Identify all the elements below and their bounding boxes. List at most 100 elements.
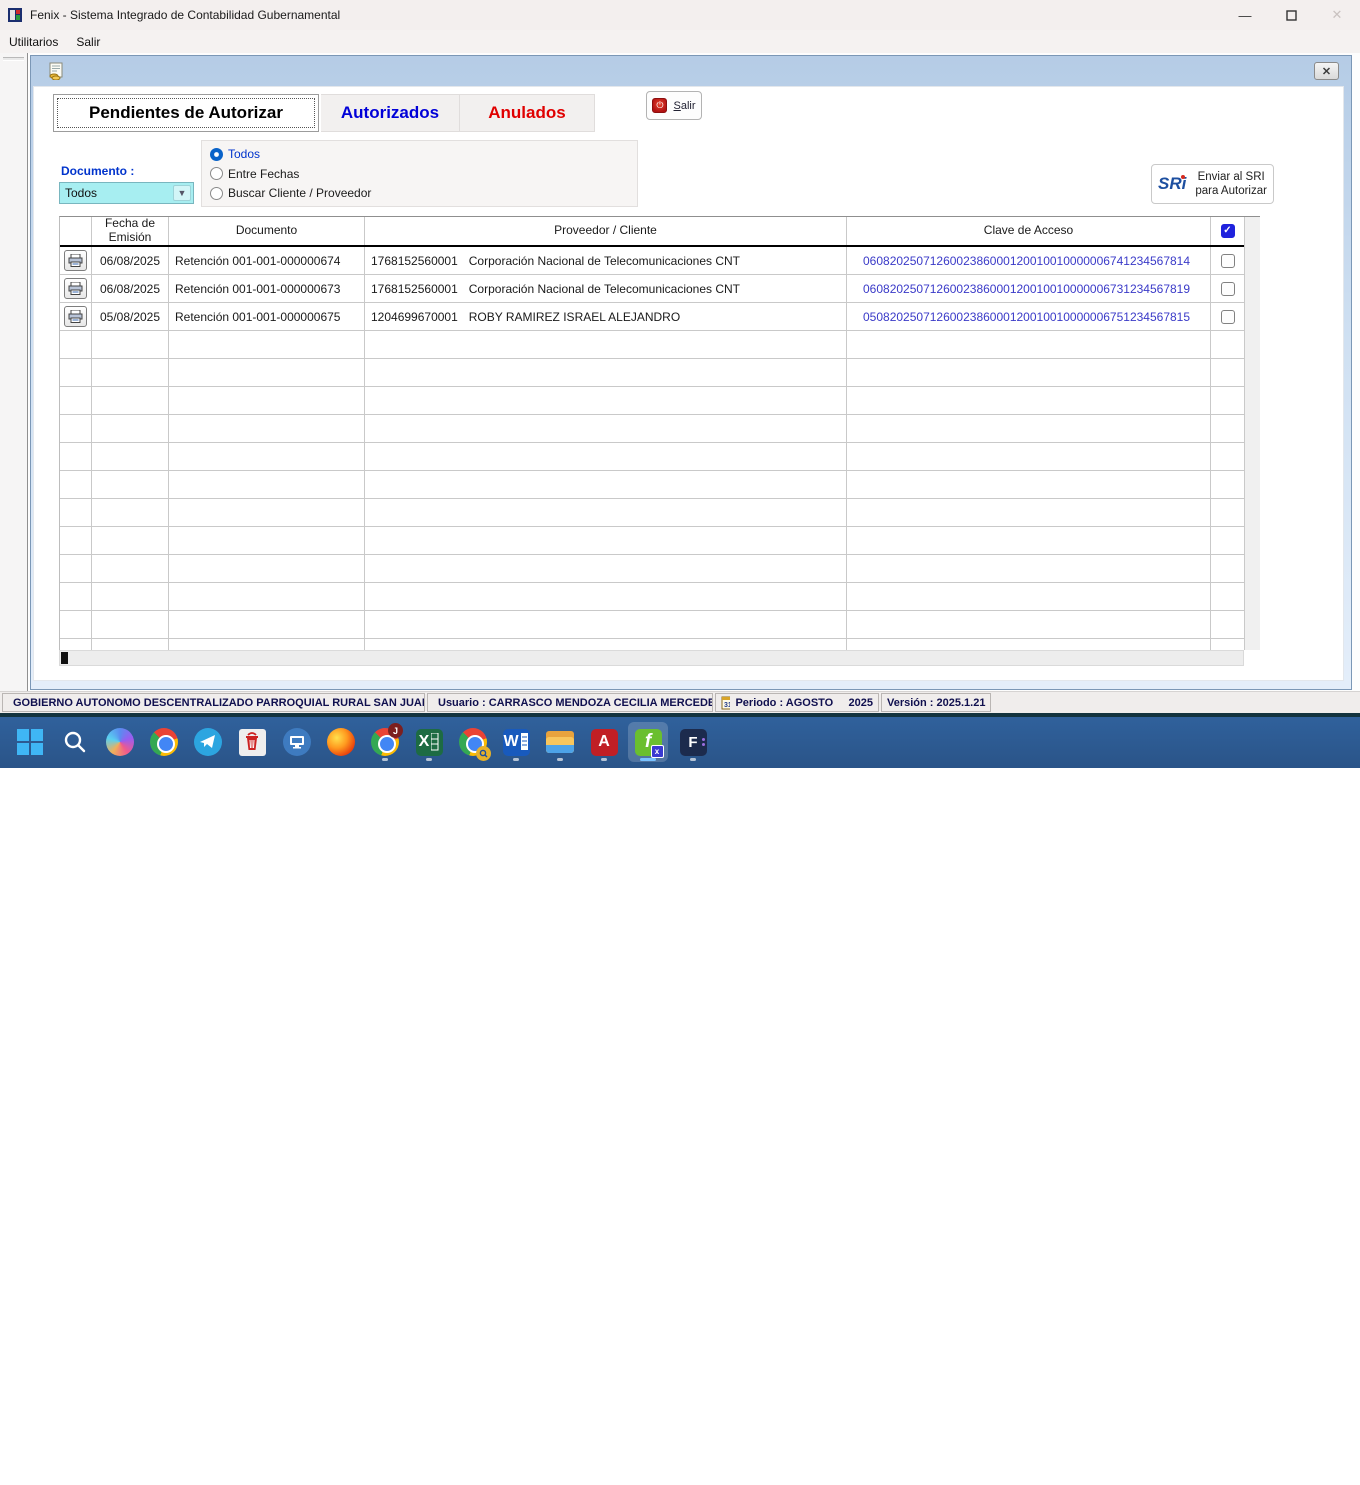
cell-proveedor: 1768152560001Corporación Nacional de Tel… (365, 275, 847, 302)
empty-table-row (60, 471, 1245, 499)
language-indicator[interactable]: ESPES (1145, 1445, 1167, 1474)
documento-label: Documento : (61, 164, 134, 178)
empty-table-row (60, 359, 1245, 387)
row-checkbox[interactable] (1221, 310, 1235, 324)
cell-documento: Retención 001-001-000000673 (169, 275, 365, 302)
empty-table-row (60, 331, 1245, 359)
power-icon: ⏻ (652, 98, 667, 113)
close-button[interactable]: ✕ (1314, 0, 1360, 30)
recycle-bin-icon[interactable] (232, 722, 272, 762)
notification-bell-icon[interactable]: z (1337, 1451, 1354, 1468)
fenix-taskbar-icon[interactable]: fx (628, 722, 668, 762)
table-row[interactable]: 06/08/2025 Retención 001-001-000000674 1… (60, 247, 1245, 275)
radio-icon (210, 187, 223, 200)
tab-label: Autorizados (341, 103, 439, 123)
radio-todos[interactable]: Todos (210, 146, 629, 162)
documento-dropdown[interactable]: Todos ▼ (59, 182, 194, 204)
tab-pendientes[interactable]: Pendientes de Autorizar (53, 94, 319, 132)
empty-table-row (60, 639, 1245, 650)
select-all-checkbox[interactable]: ✓ (1221, 224, 1235, 238)
menu-bar: Utilitarios Salir (0, 30, 1360, 53)
status-periodo-text: Periodo : AGOSTO 2025 (735, 697, 873, 709)
status-user-text: Usuario : CARRASCO MENDOZA CECILIA MERCE… (438, 697, 713, 709)
table-row[interactable]: 05/08/2025 Retención 001-001-000000675 1… (60, 303, 1245, 331)
copilot-icon[interactable] (100, 722, 140, 762)
cell-documento: Retención 001-001-000000674 (169, 247, 365, 274)
empty-table-row (60, 583, 1245, 611)
status-user: Usuario : CARRASCO MENDOZA CECILIA MERCE… (427, 693, 713, 712)
header-print-column (60, 217, 92, 245)
firefox-icon[interactable] (321, 722, 361, 762)
left-panel (0, 53, 28, 691)
chrome-search-icon[interactable] (453, 722, 493, 762)
cell-clave: 0608202507126002386000120010010000006731… (847, 275, 1211, 302)
svg-text:31: 31 (724, 702, 730, 709)
radio-label: Todos (228, 147, 260, 161)
documents-table: Fecha de Emisión Documento Proveedor / C… (59, 216, 1260, 650)
profile-badge: J (388, 723, 403, 738)
acrobat-icon[interactable]: A (584, 722, 624, 762)
menu-utilitarios[interactable]: Utilitarios (0, 32, 67, 52)
status-entity: GOBIERNO AUTONOMO DESCENTRALIZADO PARROQ… (2, 693, 425, 712)
cell-documento: Retención 001-001-000000675 (169, 303, 365, 330)
clock[interactable]: 15:066/8/2025 (1277, 1443, 1324, 1475)
child-content: Pendientes de Autorizar Autorizados Anul… (33, 86, 1344, 681)
word-icon[interactable]: W (496, 722, 536, 762)
panel-grip[interactable] (3, 57, 24, 61)
vertical-scrollbar[interactable] (1244, 217, 1260, 650)
radio-label: Entre Fechas (228, 167, 299, 181)
system-tray: ⌃ ESPES 15:066/8/2025 z (1121, 1434, 1354, 1485)
chrome-icon[interactable] (144, 722, 184, 762)
header-fecha: Fecha de Emisión (92, 217, 169, 245)
menu-salir[interactable]: Salir (67, 32, 109, 52)
radio-buscar-cliente[interactable]: Buscar Cliente / Proveedor (210, 185, 629, 201)
status-version: Versión : 2025.1.21 (881, 693, 991, 712)
wifi-icon[interactable] (1180, 1453, 1198, 1467)
f-app-icon[interactable]: F (673, 722, 713, 762)
tab-anulados[interactable]: Anulados (460, 94, 595, 132)
cell-clave: 0608202507126002386000120010010000006741… (847, 247, 1211, 274)
volume-icon[interactable] (1211, 1452, 1229, 1467)
documento-dropdown-value: Todos (65, 186, 97, 200)
tab-autorizados[interactable]: Autorizados (321, 94, 460, 132)
radio-icon (210, 167, 223, 180)
header-proveedor: Proveedor / Cliente (365, 217, 847, 245)
radio-entre-fechas[interactable]: Entre Fechas (210, 166, 629, 182)
document-coins-icon (47, 62, 65, 80)
child-close-button[interactable]: ✕ (1314, 62, 1339, 80)
tray-chevron-icon[interactable]: ⌃ (1121, 1452, 1132, 1468)
empty-table-row (60, 611, 1245, 639)
monitor-app-icon[interactable] (277, 722, 317, 762)
cell-clave: 0508202507126002386000120010010000006751… (847, 303, 1211, 330)
row-checkbox[interactable] (1221, 254, 1235, 268)
empty-table-row (60, 499, 1245, 527)
start-button[interactable] (10, 722, 50, 762)
chrome-profile-icon[interactable]: J (365, 722, 405, 762)
child-window: ✕ Pendientes de Autorizar Autorizados An… (30, 55, 1352, 690)
battery-icon[interactable] (1242, 1453, 1264, 1466)
chevron-down-icon[interactable]: ▼ (173, 185, 191, 201)
sri-button-label: Enviar al SRIpara Autorizar (1195, 170, 1267, 199)
scrollbar-thumb[interactable] (61, 652, 68, 664)
search-icon[interactable] (55, 722, 95, 762)
excel-icon[interactable]: X (409, 722, 449, 762)
radio-label: Buscar Cliente / Proveedor (228, 186, 371, 200)
print-button[interactable] (64, 278, 87, 299)
header-documento: Documento (169, 217, 365, 245)
print-button[interactable] (64, 250, 87, 271)
minimize-button[interactable]: — (1222, 0, 1268, 30)
status-entity-text: GOBIERNO AUTONOMO DESCENTRALIZADO PARROQ… (13, 697, 425, 709)
maximize-button[interactable] (1268, 0, 1314, 30)
explorer-icon[interactable] (540, 722, 580, 762)
empty-table-row (60, 443, 1245, 471)
horizontal-scrollbar[interactable] (59, 650, 1244, 666)
salir-button[interactable]: ⏻ Salir (646, 91, 702, 120)
print-button[interactable] (64, 306, 87, 327)
cell-proveedor: 1204699670001ROBY RAMIREZ ISRAEL ALEJAND… (365, 303, 847, 330)
table-row[interactable]: 06/08/2025 Retención 001-001-000000673 1… (60, 275, 1245, 303)
telegram-icon[interactable] (188, 722, 228, 762)
row-checkbox[interactable] (1221, 282, 1235, 296)
enviar-sri-button[interactable]: SRi Enviar al SRIpara Autorizar (1151, 164, 1274, 204)
cell-fecha: 06/08/2025 (92, 275, 169, 302)
tab-label: Anulados (488, 103, 565, 123)
